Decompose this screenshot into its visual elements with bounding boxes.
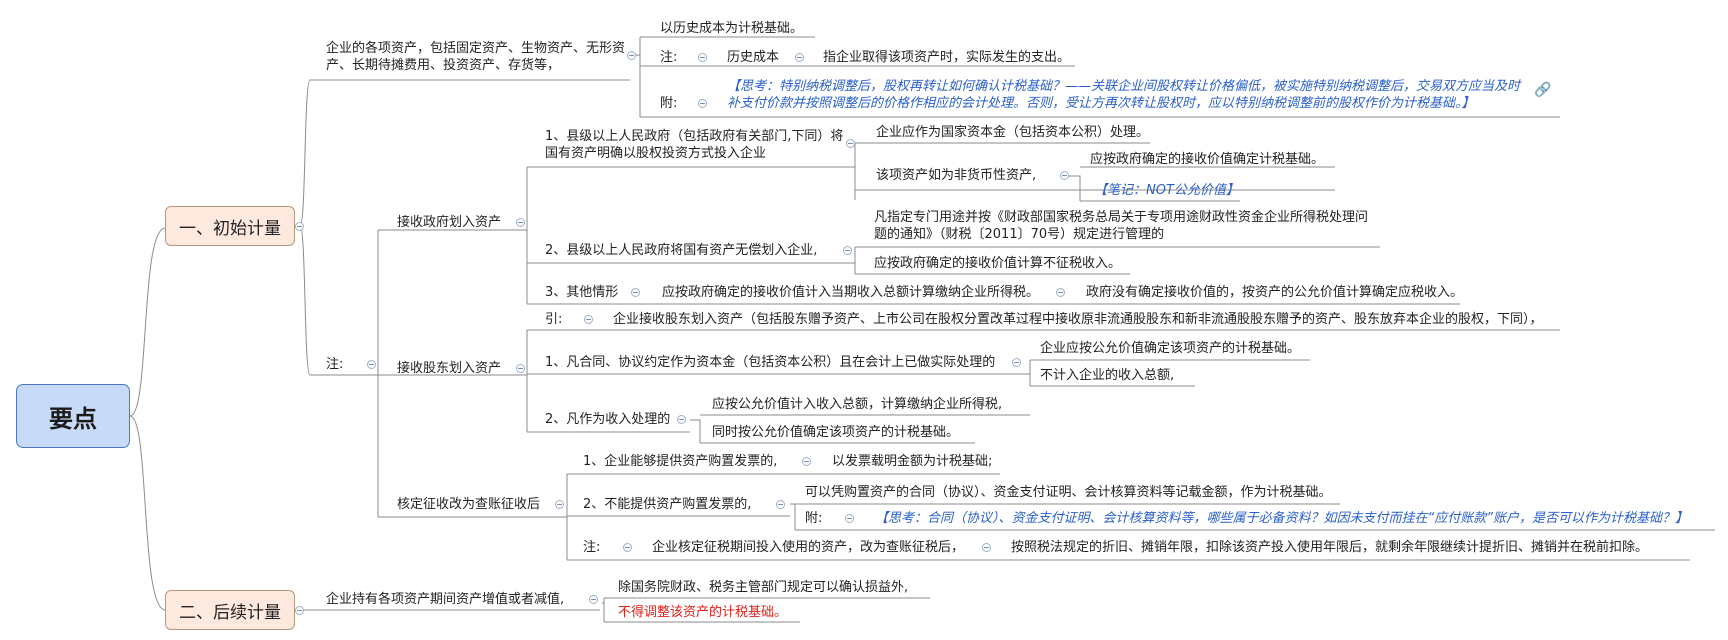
node-gov-fair-value-income[interactable]: 政府没有确定接收价值的，按资产的公允价值计算确定应税收入。 — [1086, 284, 1463, 301]
node-sh-intro-label[interactable]: 引: — [545, 311, 562, 328]
node-gov-other-income[interactable]: 应按政府确定的接收价值计入当期收入总额计算缴纳企业所得税。 — [662, 284, 1039, 301]
collapse-icon[interactable] — [295, 222, 304, 231]
node-hd-assets-in-use[interactable]: 企业核定征税期间投入使用的资产，改为查账征税后， — [652, 539, 964, 556]
collapse-icon[interactable] — [677, 415, 686, 424]
node-gov-special-purpose[interactable]: 凡指定专门用途并按《财政部国家税务总局关于专项用途财政性资金企业所得税处理问题的… — [874, 209, 1374, 243]
collapse-icon[interactable] — [623, 543, 632, 552]
node-note-label[interactable]: 注: — [660, 49, 677, 66]
node-sh-not-income[interactable]: 不计入企业的收入总额, — [1040, 367, 1174, 384]
node-assets[interactable]: 企业的各项资产，包括固定资产、生物资产、无形资产、长期待摊费用、投资资产、存货等… — [326, 40, 626, 74]
collapse-icon[interactable] — [843, 246, 852, 255]
link-root-b1 — [129, 227, 166, 417]
node-sh-fair-value-income[interactable]: 应按公允价值计入收入总额，计算缴纳企业所得税, — [712, 396, 1002, 413]
node-attach-thinking[interactable]: 【思考：特别纳税调整后，股权再转让如何确认计税基础？——关联企业间股权转让价格偏… — [727, 78, 1532, 112]
node-hd-invoice-amount[interactable]: 以发票载明金额为计税基础; — [832, 453, 992, 470]
node-gov-free-transfer[interactable]: 2、县级以上人民政府将国有资产无偿划入企业, — [545, 242, 817, 259]
node-hd-attach-label[interactable]: 附: — [805, 510, 822, 527]
node-hd-attach-thinking[interactable]: 【思考：合同（协议）、资金支付证明、会计核算资料等，哪些属于必备资料？如因未支付… — [875, 510, 1688, 527]
node-audit-collection[interactable]: 核定征收改为查账征收后 — [397, 496, 540, 513]
node-gov-received-value[interactable]: 应按政府确定的接收价值确定计税基础。 — [1090, 151, 1324, 168]
node-hd-note-label[interactable]: 注: — [583, 539, 600, 556]
collapse-icon[interactable] — [795, 53, 804, 62]
node-sh-fair-value-basis-2[interactable]: 同时按公允价值确定该项资产的计税基础。 — [712, 424, 959, 441]
node-historical-cost[interactable]: 历史成本 — [727, 49, 779, 66]
node-gov-state-capital[interactable]: 企业应作为国家资本金（包括资本公积）处理。 — [876, 124, 1149, 141]
collapse-icon[interactable] — [589, 595, 598, 604]
node-gov-other[interactable]: 3、其他情形 — [545, 284, 618, 301]
collapse-icon[interactable] — [802, 457, 811, 466]
link-icon[interactable]: 🔗 — [1534, 82, 1551, 98]
collapse-icon[interactable] — [584, 315, 593, 324]
root-node[interactable]: 要点 — [16, 384, 130, 448]
node-gov-note-not-fair-value[interactable]: 【笔记：NOT公允价值】 — [1094, 182, 1239, 199]
node-gov-non-taxable-income[interactable]: 应按政府确定的接收价值计算不征税收入。 — [874, 255, 1121, 272]
collapse-icon[interactable] — [516, 218, 525, 227]
collapse-icon[interactable] — [555, 500, 564, 509]
node-government-assets[interactable]: 接收政府划入资产 — [397, 214, 501, 231]
branch-subsequent-measurement[interactable]: 二、后续计量 — [165, 590, 295, 630]
collapse-icon[interactable] — [982, 543, 991, 552]
node-appreciation[interactable]: 企业持有各项资产期间资产增值或者减值, — [326, 591, 564, 608]
node-hd-invoice[interactable]: 1、企业能够提供资产购置发票的, — [583, 453, 777, 470]
node-sh-fair-value-basis[interactable]: 企业应按公允价值确定该项资产的计税基础。 — [1040, 340, 1300, 357]
collapse-icon[interactable] — [698, 53, 707, 62]
node-hd-contract-amount[interactable]: 可以凭购置资产的合同（协议）、资金支付证明、会计核算资料等记载金额，作为计税基础… — [805, 484, 1332, 501]
branch-initial-measurement[interactable]: 一、初始计量 — [165, 206, 295, 246]
node-attach-label[interactable]: 附: — [660, 95, 677, 112]
node-shareholder-assets[interactable]: 接收股东划入资产 — [397, 360, 501, 377]
node-gov-equity-investment[interactable]: 1、县级以上人民政府（包括政府有关部门,下同）将国有资产明确以股权投资方式投入企… — [545, 128, 850, 162]
link-root-b2 — [129, 415, 166, 611]
node-sh-intro-text[interactable]: 企业接收股东划入资产（包括股东赠予资产、上市公司在股权分置改革过程中接收原非流通… — [613, 311, 1543, 328]
node-historical-cost-basis[interactable]: 以历史成本为计税基础。 — [660, 20, 803, 37]
collapse-icon[interactable] — [1056, 288, 1065, 297]
node-hd-no-invoice[interactable]: 2、不能提供资产购置发票的, — [583, 496, 751, 513]
node-except-profit-loss[interactable]: 除国务院财政、税务主管部门规定可以确认损益外, — [618, 579, 908, 596]
node-gov-non-monetary[interactable]: 该项资产如为非货币性资产, — [876, 167, 1036, 184]
node-no-adjust-basis[interactable]: 不得调整该资产的计税基础。 — [618, 604, 787, 621]
collapse-icon[interactable] — [516, 364, 525, 373]
collapse-icon[interactable] — [776, 500, 785, 509]
collapse-icon[interactable] — [1060, 171, 1069, 180]
node-sh-as-income[interactable]: 2、凡作为收入处理的 — [545, 411, 670, 428]
collapse-icon[interactable] — [845, 514, 854, 523]
collapse-icon[interactable] — [1012, 358, 1021, 367]
collapse-icon[interactable] — [846, 139, 855, 148]
collapse-icon[interactable] — [295, 606, 304, 615]
collapse-icon[interactable] — [631, 288, 640, 297]
collapse-icon[interactable] — [698, 99, 707, 108]
collapse-icon[interactable] — [627, 51, 636, 60]
collapse-icon[interactable] — [367, 360, 376, 369]
node-note[interactable]: 注: — [326, 356, 343, 373]
node-historical-cost-definition[interactable]: 指企业取得该项资产时，实际发生的支出。 — [823, 49, 1070, 66]
node-hd-depreciation[interactable]: 按照税法规定的折旧、摊销年限，扣除该资产投入使用年限后，就剩余年限继续计提折旧、… — [1011, 539, 1648, 556]
node-sh-capital[interactable]: 1、凡合同、协议约定作为资本金（包括资本公积）且在会计上已做实际处理的 — [545, 354, 995, 371]
mind-map-canvas: 要点 一、初始计量 二、后续计量 企业的各项资产，包括固定资产、生物资产、无形资… — [0, 0, 1728, 640]
